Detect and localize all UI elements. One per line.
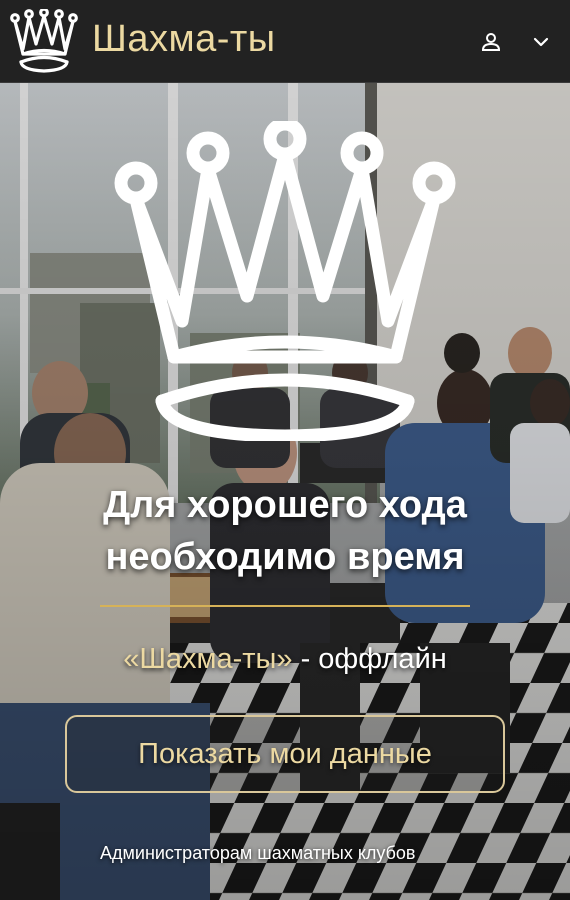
page: Шахма-ты Для хорошего хода необходимо вр… [0,0,570,900]
subtitle-mode: - оффлайн [292,643,447,675]
chevron-down-icon [533,37,549,47]
hero-subtitle: «Шахма-ты» - оффлайн [0,639,570,679]
subtitle-brand: «Шахма-ты» [123,643,293,675]
crown-icon[interactable] [10,9,78,73]
show-my-data-button[interactable]: Показать мои данные [65,715,505,793]
hero-section: Для хорошего хода необходимо время «Шахм… [0,83,570,900]
crown-icon [114,121,456,441]
club-admins-link[interactable]: Администраторам шахматных клубов [100,839,440,867]
top-bar: Шахма-ты [0,0,570,83]
headline-line-2: необходимо время [105,536,465,578]
headline-line-1: Для хорошего хода [103,484,467,526]
brand-title[interactable]: Шахма-ты [92,16,276,62]
menu-button[interactable] [526,28,556,56]
divider [100,605,470,607]
user-icon [481,33,501,51]
user-button[interactable] [476,28,506,56]
hero-headline: Для хорошего хода необходимо время [0,479,570,583]
